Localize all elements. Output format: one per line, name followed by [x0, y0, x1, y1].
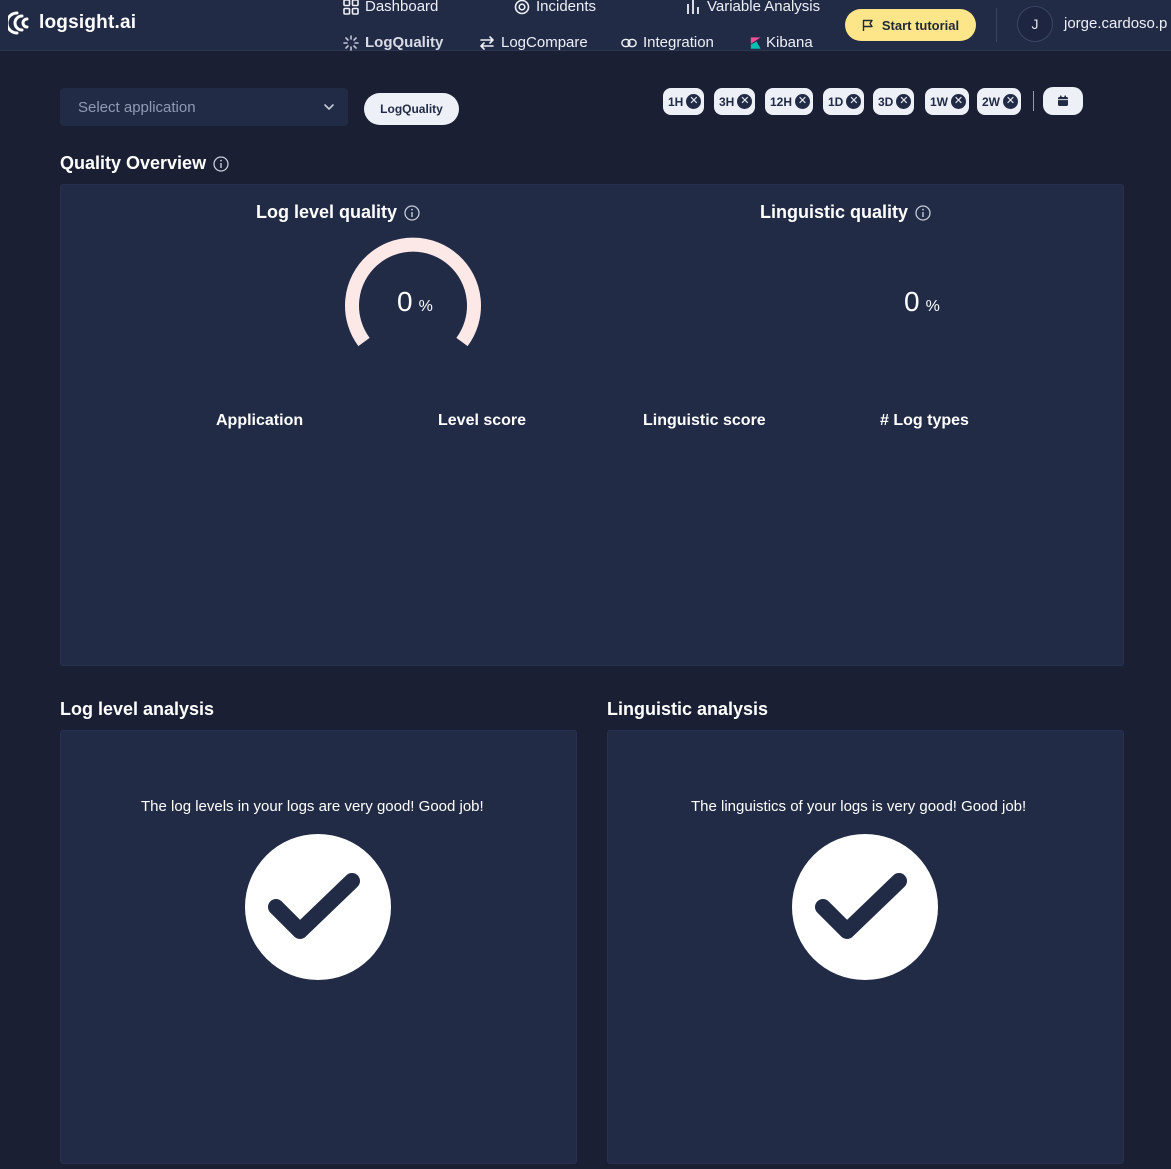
- close-icon[interactable]: ✕: [795, 94, 811, 109]
- time-range-label: 1H: [668, 94, 684, 109]
- nav-incidents[interactable]: Incidents: [514, 0, 596, 15]
- start-tutorial-button[interactable]: Start tutorial: [845, 9, 976, 41]
- close-icon[interactable]: ✕: [686, 94, 702, 109]
- swap-arrows-icon: [480, 35, 494, 50]
- close-icon[interactable]: ✕: [1003, 94, 1018, 109]
- time-range-label: 3H: [719, 94, 735, 109]
- column-header-level-score[interactable]: Level score: [438, 412, 526, 430]
- linguistic-quality-title-text: Linguistic quality: [760, 202, 909, 222]
- checkmark-icon: [268, 873, 360, 939]
- filter-divider: [1033, 91, 1034, 111]
- time-range-1d[interactable]: 1D ✕: [823, 88, 865, 115]
- start-tutorial-label: Start tutorial: [881, 17, 960, 33]
- percent-unit: %: [925, 298, 940, 315]
- log-level-quality-number: 0: [397, 286, 413, 317]
- column-header-log-types[interactable]: # Log types: [880, 412, 969, 430]
- close-icon[interactable]: ✕: [896, 94, 912, 109]
- time-range-3d[interactable]: 3D ✕: [873, 88, 915, 115]
- info-icon[interactable]: [213, 155, 229, 172]
- nav-logquality-label: LogQuality: [365, 34, 444, 51]
- checkmark-icon: [815, 873, 907, 939]
- chevron-down-icon: [324, 104, 334, 110]
- nav-integration[interactable]: Integration: [621, 34, 714, 51]
- time-range-2w[interactable]: 2W ✕: [977, 88, 1021, 115]
- log-level-quality-title-text: Log level quality: [256, 202, 398, 222]
- log-level-analysis-message: The log levels in your logs are very goo…: [141, 798, 484, 815]
- linguistic-quality-number: 0: [904, 286, 920, 317]
- close-icon[interactable]: ✕: [846, 94, 862, 109]
- nav-logcompare[interactable]: LogCompare: [479, 34, 588, 51]
- username[interactable]: jorge.cardoso.p: [1064, 15, 1167, 32]
- nav-dashboard-label: Dashboard: [365, 0, 439, 15]
- top-navbar: logsight.ai Dashboard Incidents Variable…: [0, 0, 1171, 51]
- calendar-button[interactable]: [1043, 87, 1083, 115]
- time-range-3h[interactable]: 3H ✕: [714, 88, 756, 115]
- bar-chart-icon: [687, 0, 699, 14]
- linguistic-quality-title: Linguistic quality: [760, 202, 931, 223]
- linguistic-quality-value: 0%: [904, 286, 940, 318]
- kibana-logo-icon: [750, 36, 761, 49]
- time-range-12h[interactable]: 12H ✕: [765, 88, 814, 115]
- time-range-label: 1W: [930, 94, 948, 109]
- nav-incidents-label: Incidents: [536, 0, 597, 15]
- column-header-application[interactable]: Application: [216, 412, 303, 430]
- avatar[interactable]: J: [1017, 6, 1053, 42]
- linguistic-analysis-message: The linguistics of your logs is very goo…: [691, 798, 1027, 815]
- time-range-1w[interactable]: 1W ✕: [925, 88, 969, 115]
- info-icon[interactable]: [404, 204, 420, 221]
- application-select[interactable]: Select application: [60, 88, 348, 126]
- link-icon: [621, 38, 637, 47]
- column-header-linguistic-score[interactable]: Linguistic score: [643, 412, 766, 430]
- target-icon: [514, 0, 530, 14]
- percent-unit: %: [418, 298, 433, 315]
- linguistic-analysis-title: Linguistic analysis: [607, 699, 769, 719]
- logquality-tag[interactable]: LogQuality: [364, 93, 459, 125]
- loading-spinner-icon: [343, 34, 359, 51]
- log-level-quality-title: Log level quality: [256, 202, 420, 223]
- quality-overview-title-text: Quality Overview: [60, 153, 207, 173]
- time-range-1h[interactable]: 1H ✕: [663, 88, 705, 115]
- time-range-label: 12H: [770, 94, 793, 109]
- logo-text: logsight.ai: [39, 12, 137, 33]
- nav-dashboard[interactable]: Dashboard: [343, 0, 438, 15]
- nav-logcompare-label: LogCompare: [501, 34, 588, 51]
- calendar-icon: [1058, 95, 1068, 106]
- time-range-label: 2W: [982, 94, 1000, 109]
- dashboard-grid-icon: [343, 0, 359, 15]
- nav-integration-label: Integration: [643, 34, 714, 51]
- nav-variable-analysis[interactable]: Variable Analysis: [685, 0, 820, 15]
- nav-kibana-label: Kibana: [766, 34, 813, 51]
- nav-variable-analysis-label: Variable Analysis: [707, 0, 821, 15]
- nav-kibana[interactable]: Kibana: [750, 34, 813, 51]
- time-range-label: 1D: [828, 94, 844, 109]
- close-icon[interactable]: ✕: [951, 94, 966, 109]
- application-select-placeholder: Select application: [78, 98, 196, 116]
- log-level-analysis-title: Log level analysis: [60, 699, 215, 719]
- info-icon[interactable]: [915, 204, 931, 221]
- logo[interactable]: logsight.ai: [8, 10, 136, 36]
- flag-icon: [862, 19, 873, 31]
- close-icon[interactable]: ✕: [737, 94, 753, 109]
- quality-overview-title: Quality Overview: [60, 153, 229, 174]
- header-divider: [996, 8, 997, 42]
- check-circle-icon: [792, 834, 938, 980]
- check-circle-icon: [245, 834, 391, 980]
- nav-logquality[interactable]: LogQuality: [343, 34, 443, 51]
- log-level-quality-value: 0%: [397, 286, 433, 318]
- logsight-logo-icon: [8, 11, 29, 35]
- time-range-label: 3D: [878, 94, 894, 109]
